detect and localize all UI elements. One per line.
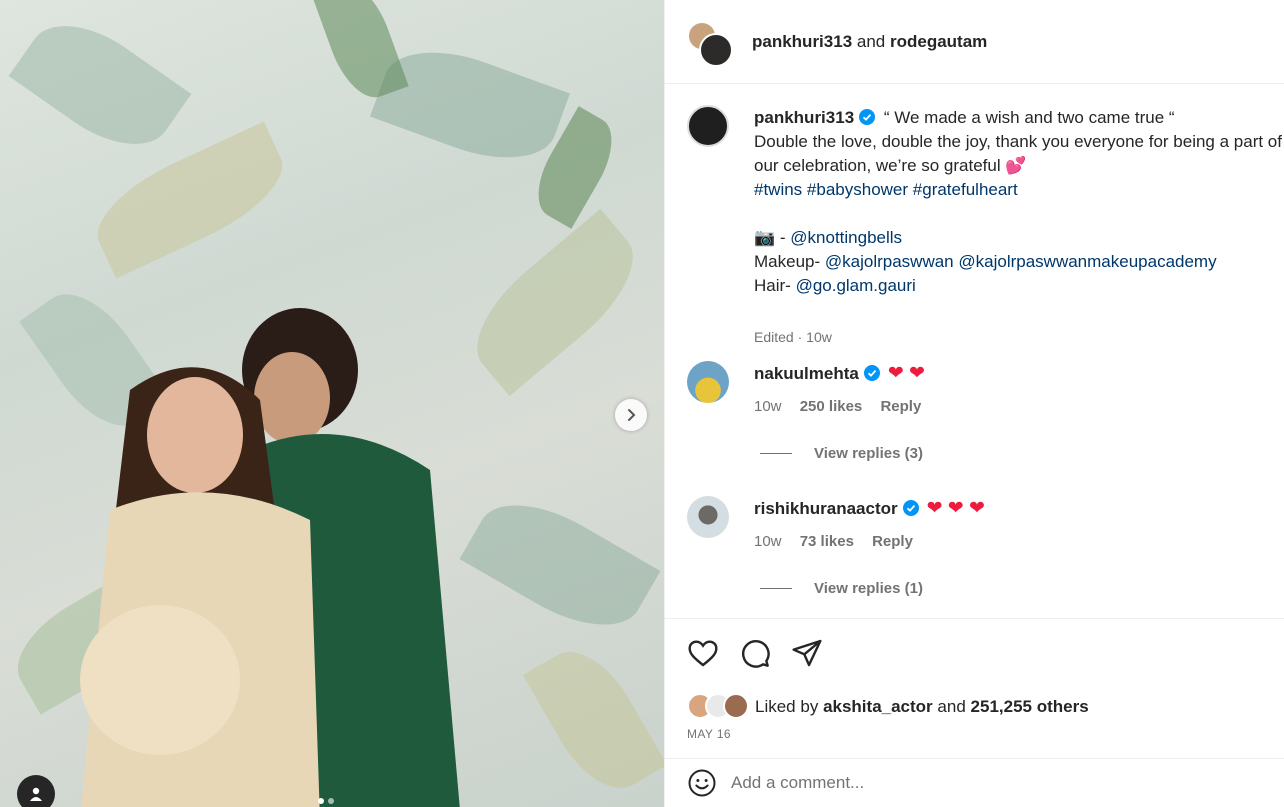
comment-hearts: ❤ ❤ [887,363,925,384]
comment-meta: 10w 73 likes Reply [754,533,927,550]
caption-quote: “ We made a wish and two came true “ [879,108,1175,127]
action-bar [687,637,823,669]
next-image-button[interactable] [615,399,647,431]
view-replies-label: View replies (3) [814,445,923,462]
comment-text: rishikhuranaactor ❤ ❤ ❤ [754,497,1284,521]
likes-count-link[interactable]: 251,255 others [971,697,1089,717]
mention-link[interactable]: @go.glam.gauri [796,276,916,295]
verified-badge-icon [863,365,880,381]
comment-input[interactable] [731,773,1211,793]
foliage [454,208,656,397]
liker-avatars [687,693,755,721]
carousel-dot [328,798,334,804]
meta-separator: · [793,329,807,345]
foliage [370,31,570,179]
comment-meta: 10w 250 likes Reply [754,398,935,415]
caption-meta: Edited · 10w [754,329,846,345]
avatar[interactable] [687,496,729,538]
share-send-icon[interactable] [791,637,823,669]
comment-likes[interactable]: 250 likes [800,398,863,415]
comment-likes[interactable]: 73 likes [800,533,854,550]
camera-separator: - [775,228,791,247]
hearts-emoji: 💕 [1005,156,1027,175]
foliage [522,635,664,805]
post-date[interactable]: MAY 16 [687,727,731,741]
add-comment-bar [665,758,1284,807]
post-media[interactable] [0,0,664,807]
replies-divider [760,588,792,589]
post-authors: pankhuri313 and rodegautam [752,32,987,52]
mention-link[interactable]: @knottingbells [790,228,902,247]
caption-username-link[interactable]: pankhuri313 [754,108,854,127]
likes-joiner: and [937,697,966,716]
post-header: pankhuri313 and rodegautam [665,0,1284,84]
chevron-right-icon [628,409,636,421]
hashtag-link[interactable]: #babyshower [807,180,908,199]
foliage [311,0,409,107]
liked-by-prefix: Liked by [755,697,819,716]
likes-summary: Liked by akshita_actor and 251,255 other… [687,693,1089,721]
carousel-dot-active [318,798,324,804]
comment-time[interactable]: 10w [754,398,782,415]
post-sidebar: pankhuri313 and rodegautam pankhuri313 “… [664,0,1284,807]
mention-link[interactable]: @kajolrpaswwan [825,252,954,271]
comment-hearts: ❤ ❤ ❤ [926,498,985,519]
comments-section[interactable]: pankhuri313 “ We made a wish and two cam… [665,85,1284,617]
post-actions: Liked by akshita_actor and 251,255 other… [665,618,1284,758]
coauthor-username-link[interactable]: rodegautam [890,32,987,51]
liker-username-link[interactable]: akshita_actor [823,697,933,717]
foliage [82,121,298,279]
woman-figure [80,367,320,807]
avatar[interactable] [687,105,729,147]
foliage [8,2,192,168]
emoji-smiley-icon[interactable] [687,768,717,798]
user-icon [30,787,42,801]
verified-badge-icon [859,109,876,125]
author-username-link[interactable]: pankhuri313 [752,32,852,51]
replies-divider [760,453,792,454]
makeup-label: Makeup- [754,252,825,271]
hashtag-link[interactable]: #gratefulheart [913,180,1018,199]
foliage [459,481,661,649]
avatar [723,693,749,719]
avatar[interactable] [687,361,729,403]
view-replies-button[interactable]: View replies (1) [760,580,923,597]
tagged-users-button[interactable] [17,775,55,807]
comment-username-link[interactable]: nakuulmehta [754,364,859,383]
reply-button[interactable]: Reply [872,533,913,550]
edited-label: Edited [754,329,794,345]
reply-button[interactable]: Reply [880,398,921,415]
comment-username-link[interactable]: rishikhuranaactor [754,499,898,518]
camera-emoji: 📷 [754,228,776,247]
avatar [699,32,733,67]
hair-label: Hair- [754,276,796,295]
like-heart-icon[interactable] [687,637,719,669]
collab-avatars[interactable] [687,17,737,67]
hashtag-link[interactable]: #twins [754,180,802,199]
view-replies-button[interactable]: View replies (3) [760,445,923,462]
comment-text: nakuulmehta ❤ ❤ [754,362,1284,386]
caption-time[interactable]: 10w [806,329,832,345]
carousel-indicator [318,798,334,804]
view-replies-label: View replies (1) [814,580,923,597]
authors-joiner: and [856,31,886,51]
caption-text: pankhuri313 “ We made a wish and two cam… [754,106,1284,298]
comment-bubble-icon[interactable] [739,637,771,669]
verified-badge-icon [902,500,919,516]
comment-time[interactable]: 10w [754,533,782,550]
mention-link[interactable]: @kajolrpaswwanmakeupacademy [958,252,1216,271]
